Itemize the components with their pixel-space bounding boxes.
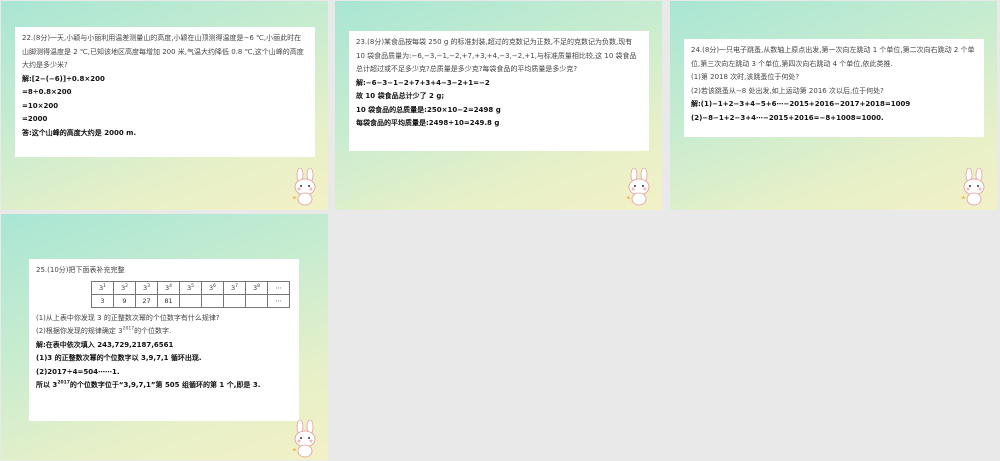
question-title: 25.(10分)把下面表补充完整 [36, 266, 125, 274]
answer-line: (1)3 的正整数次幂的个位数字以 3,9,7,1 循环出现. [36, 354, 202, 362]
problem-card: 25.(10分)把下面表补充完整 31 32 33 34 35 36 37 38… [29, 259, 299, 421]
table-cell [245, 293, 268, 308]
answer-line: 解:(1)−1+2−3+4−5+6⋯−2015+2016−2017+2018=1… [691, 100, 911, 108]
powers-table: 31 32 33 34 35 36 37 38 ⋯ 3 9 27 81 ⋯ [91, 280, 290, 308]
answer-line: 解:−6−3−1−2+7+3+4−3−2+1=−2 [356, 78, 490, 87]
table-cell: 38 [245, 280, 268, 295]
answer-line: 10 袋食品的总质量是:250×10−2=2498 g [356, 105, 501, 114]
slide-23[interactable]: 23.(8分)某食品按每袋 250 g 的标准封装,超过的克数记为正数,不足的克… [335, 1, 662, 210]
bunny-mascot-icon [961, 168, 985, 206]
question-text: 23.(8分)某食品按每袋 250 g 的标准封装,超过的克数记为正数,不足的克… [356, 38, 637, 73]
table-cell: 27 [135, 293, 158, 308]
answer-line: 故 10 袋食品总计少了 2 g; [356, 92, 445, 100]
question-text: (2)若该跳蚤从−8 处出发,如上运动第 2016 次以后,位于何处? [691, 86, 884, 95]
bunny-mascot-icon [292, 420, 316, 458]
table-cell: 33 [135, 280, 158, 295]
bunny-mascot-icon [292, 168, 316, 206]
bunny-mascot-icon [626, 168, 650, 206]
slide-24[interactable]: 24.(8分)一只电子跳蚤,从数轴上原点出发,第一次向左跳动 1 个单位,第二次… [670, 1, 997, 210]
answer-line: 所以 32017的个位数字位于“3,9,7,1”第 505 组循环的第 1 个,… [36, 380, 261, 389]
answer-line: 解:[2−(−6)]÷0.8×200 [22, 74, 105, 83]
answer-line: (2)2017÷4=504⋯⋯1. [36, 367, 120, 376]
problem-card: 22.(8分)一天,小颖与小丽利用温差测量山的高度,小颖在山顶测得温度是−6 ℃… [15, 27, 315, 157]
table-cell: ⋯ [267, 280, 290, 295]
answer-line: 答:这个山峰的高度大约是 2000 m. [22, 128, 137, 137]
table-cell: 36 [201, 280, 224, 295]
table-cell [179, 293, 202, 308]
table-cell: 9 [113, 293, 136, 308]
table-cell: 31 [91, 280, 114, 295]
answer-line: =8÷0.8×200 [22, 88, 72, 96]
slide-22[interactable]: 22.(8分)一天,小颖与小丽利用温差测量山的高度,小颖在山顶测得温度是−6 ℃… [1, 1, 328, 210]
table-cell: 37 [223, 280, 246, 295]
table-cell: 34 [157, 280, 180, 295]
answer-line: 解:在表中依次填入 243,729,2187,6561 [36, 340, 174, 349]
answer-line: (2)−8−1+2−3+4⋯−2015+2016=−8+1008=1000. [691, 113, 884, 122]
table-cell [223, 293, 246, 308]
question-text: 22.(8分)一天,小颖与小丽利用温差测量山的高度,小颖在山顶测得温度是−6 ℃… [22, 34, 304, 69]
question-text: (1)第 2018 次时,该跳蚤位于何处? [691, 73, 800, 81]
table-row: 31 32 33 34 35 36 37 38 ⋯ [91, 280, 290, 295]
table-row: 3 9 27 81 ⋯ [91, 293, 290, 308]
question-text: (2)根据你发现的规律确定 32017的个位数字. [36, 326, 172, 335]
table-cell: 81 [157, 293, 180, 308]
answer-line: =2000 [22, 115, 48, 123]
question-text: (1)从上表中你发现 3 的正整数次幂的个位数字有什么规律? [36, 313, 220, 322]
table-cell: 32 [113, 280, 136, 295]
problem-card: 24.(8分)一只电子跳蚤,从数轴上原点出发,第一次向左跳动 1 个单位,第二次… [684, 39, 984, 137]
table-cell: ⋯ [267, 293, 290, 308]
question-text: 24.(8分)一只电子跳蚤,从数轴上原点出发,第一次向左跳动 1 个单位,第二次… [691, 46, 975, 68]
problem-card: 23.(8分)某食品按每袋 250 g 的标准封装,超过的克数记为正数,不足的克… [349, 31, 649, 151]
answer-line: =10×200 [22, 101, 59, 110]
table-cell: 3 [91, 293, 114, 308]
table-cell: 35 [179, 280, 202, 295]
answer-line: 每袋食品的平均质量是:2498÷10=249.8 g [356, 119, 500, 127]
table-cell [201, 293, 224, 308]
slide-25[interactable]: 25.(10分)把下面表补充完整 31 32 33 34 35 36 37 38… [1, 214, 328, 460]
